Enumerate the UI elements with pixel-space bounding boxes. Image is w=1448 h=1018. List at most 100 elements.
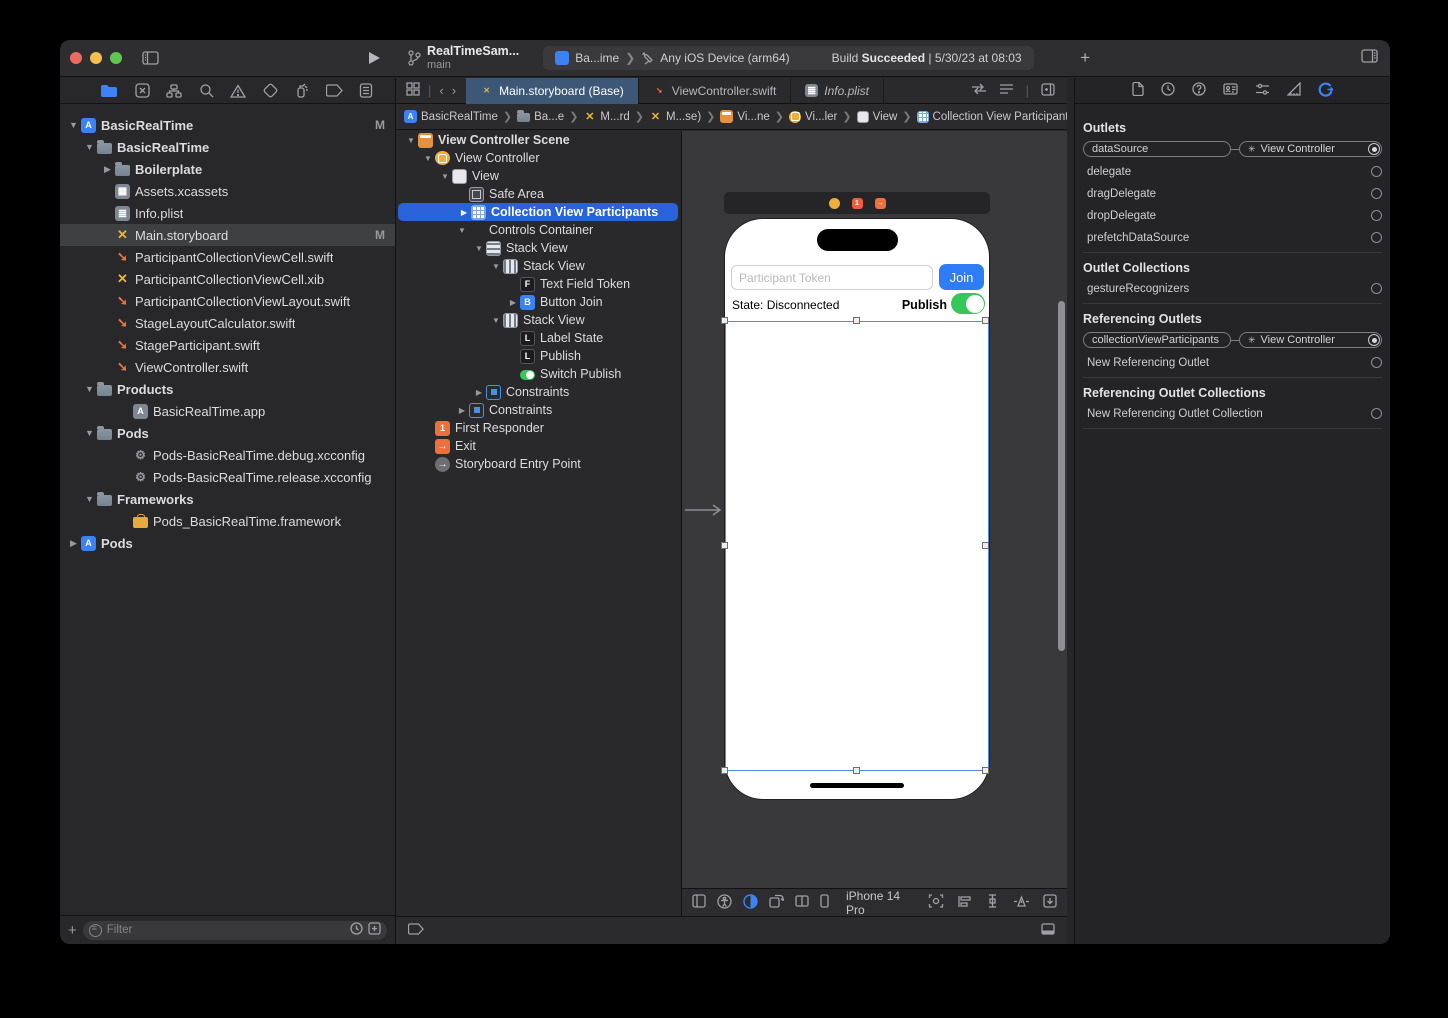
file-row[interactable]: Pods <box>60 422 395 444</box>
add-constraints-icon[interactable] <box>985 894 1000 911</box>
symbol-navigator-icon[interactable] <box>166 83 182 98</box>
canvas-scrollbar[interactable] <box>1058 301 1065 651</box>
join-button[interactable]: Join <box>939 264 984 290</box>
outline-row[interactable]: Safe Area <box>396 185 680 203</box>
issue-navigator-icon[interactable] <box>230 83 246 98</box>
source-control-filter-icon[interactable] <box>368 922 381 938</box>
selection-handle[interactable] <box>982 317 989 324</box>
outline-row[interactable]: Constraints <box>396 401 680 419</box>
file-row[interactable]: Pods-BasicRealTime.debug.xcconfig <box>60 444 395 466</box>
appearance-toggle-icon[interactable] <box>743 893 758 912</box>
file-row[interactable]: BasicRealTime M <box>60 114 395 136</box>
zoom-window-button[interactable] <box>110 52 122 64</box>
file-row[interactable]: ParticipantCollectionViewCell.swift <box>60 246 395 268</box>
disclosure-chevron-icon[interactable] <box>506 298 520 307</box>
go-back-icon[interactable]: ‹ <box>439 83 443 98</box>
debug-navigator-icon[interactable] <box>294 83 309 98</box>
breadcrumb-project[interactable]: BasicRealTime <box>404 110 498 123</box>
disclosure-chevron-icon[interactable] <box>66 538 81 549</box>
disclosure-chevron-icon[interactable] <box>455 406 469 415</box>
disclosure-chevron-icon[interactable] <box>489 316 503 325</box>
breadcrumb-view[interactable]: View <box>856 110 897 123</box>
disclosure-chevron-icon[interactable] <box>472 388 486 397</box>
file-row[interactable]: Frameworks <box>60 488 395 510</box>
outline-toggle-icon[interactable] <box>692 894 706 911</box>
outline-row[interactable]: Text Field Token <box>396 275 680 293</box>
report-navigator-icon[interactable] <box>359 83 373 98</box>
device-name[interactable]: iPhone 14 Pro <box>846 889 911 917</box>
selection-handle[interactable] <box>721 317 728 324</box>
outline-row[interactable]: View Controller Scene <box>396 131 680 149</box>
tab-main-storyboard[interactable]: Main.storyboard (Base) <box>466 77 639 104</box>
exit-dock-icon[interactable]: → <box>874 197 886 209</box>
outline-row[interactable]: Collection View Participants <box>398 203 678 221</box>
outline-row[interactable]: View <box>396 167 680 185</box>
selection-handle[interactable] <box>982 542 989 549</box>
new-referencing-outlet-collection-row[interactable]: New Referencing Outlet Collection <box>1087 406 1382 421</box>
disclosure-chevron-icon[interactable] <box>82 428 97 438</box>
outline-row[interactable]: View Controller <box>396 149 680 167</box>
file-row[interactable]: Products <box>60 378 395 400</box>
first-responder-dock-icon[interactable]: 1 <box>851 197 863 209</box>
gesture-recognizers-row[interactable]: gestureRecognizers <box>1087 281 1382 296</box>
outline-row[interactable]: Switch Publish <box>396 365 680 383</box>
resolve-autolayout-icon[interactable] <box>1013 894 1030 911</box>
history-inspector-icon[interactable] <box>1161 82 1175 99</box>
file-row[interactable]: ViewController.swift <box>60 356 395 378</box>
disclosure-chevron-icon[interactable] <box>82 142 97 152</box>
outline-row[interactable]: Stack View <box>396 239 680 257</box>
breadcrumb-storyboard[interactable]: M...rd <box>583 110 629 123</box>
outline-row[interactable]: Button Join <box>396 293 680 311</box>
selection-handle[interactable] <box>721 542 728 549</box>
zoom-scan-icon[interactable] <box>928 894 944 911</box>
breadcrumb-collection-view[interactable]: Collection View Participants <box>916 110 1067 123</box>
storyboard-canvas[interactable]: 1 → Participant Token Join State: Discon… <box>681 131 1067 888</box>
participant-token-field[interactable]: Participant Token <box>731 265 933 290</box>
storyboard-entry-arrow[interactable] <box>685 503 723 517</box>
iphone-canvas-device[interactable]: Participant Token Join State: Disconnect… <box>721 219 989 799</box>
file-row[interactable]: Pods-BasicRealTime.release.xcconfig <box>60 466 395 488</box>
selection-handle[interactable] <box>853 767 860 774</box>
disclosure-chevron-icon[interactable] <box>421 154 435 163</box>
disclosure-chevron-icon[interactable] <box>457 208 471 217</box>
outline-row[interactable]: Publish <box>396 347 680 365</box>
file-row[interactable]: BasicRealTime.app <box>60 400 395 422</box>
update-frames-icon[interactable] <box>1043 894 1057 911</box>
add-file-button[interactable]: + <box>68 922 77 939</box>
file-row[interactable]: Boilerplate <box>60 158 395 180</box>
disclosure-chevron-icon[interactable] <box>404 136 418 145</box>
scheme-name[interactable]: Ba...ime <box>575 51 619 65</box>
build-status[interactable]: Build Succeeded | 5/30/23 at 08:03 <box>832 51 1022 65</box>
outline-row[interactable]: First Responder <box>396 419 680 437</box>
split-view-icon[interactable] <box>795 895 809 910</box>
file-row[interactable]: Main.storyboard M <box>60 224 395 246</box>
disclosure-chevron-icon[interactable] <box>489 262 503 271</box>
outline-row[interactable]: Exit <box>396 437 680 455</box>
disclosure-chevron-icon[interactable] <box>472 244 486 253</box>
selection-handle[interactable] <box>853 317 860 324</box>
find-navigator-icon[interactable] <box>199 83 214 98</box>
outlet-dragdelegate-row[interactable]: dragDelegate <box>1087 186 1382 201</box>
project-navigator-icon[interactable] <box>100 84 118 98</box>
size-inspector-icon[interactable] <box>1286 81 1301 99</box>
disclosure-chevron-icon[interactable] <box>455 226 469 235</box>
adjust-editor-icon[interactable] <box>999 83 1014 98</box>
referencing-outlet-row[interactable]: collectionViewParticipants ✳ View Control… <box>1083 332 1382 348</box>
new-referencing-outlet-row[interactable]: New Referencing Outlet <box>1087 355 1382 370</box>
outlet-prefetch-row[interactable]: prefetchDataSource <box>1087 230 1382 245</box>
outlet-datasource-row[interactable]: dataSource ✳ View Controller <box>1083 141 1382 157</box>
outlet-dropdelegate-row[interactable]: dropDelegate <box>1087 208 1382 223</box>
debug-area-toggle-icon[interactable] <box>1041 923 1055 938</box>
tab-viewcontroller-swift[interactable]: ViewController.swift <box>639 77 792 104</box>
breadcrumb-group[interactable]: Ba...e <box>517 110 564 123</box>
navigator-toggle-icon[interactable] <box>142 51 159 65</box>
scheme-selector[interactable]: Ba...ime ❯ Any iOS Device (arm64) Build … <box>543 46 1034 70</box>
outline-row[interactable]: Stack View <box>396 311 680 329</box>
quick-help-inspector-icon[interactable] <box>1192 82 1206 99</box>
selection-handle[interactable] <box>721 767 728 774</box>
file-inspector-icon[interactable] <box>1132 81 1144 99</box>
file-row[interactable]: StageLayoutCalculator.swift <box>60 312 395 334</box>
minimize-window-button[interactable] <box>90 52 102 64</box>
outline-row[interactable]: Label State <box>396 329 680 347</box>
navigator-filter-field[interactable]: Filter <box>82 920 387 940</box>
